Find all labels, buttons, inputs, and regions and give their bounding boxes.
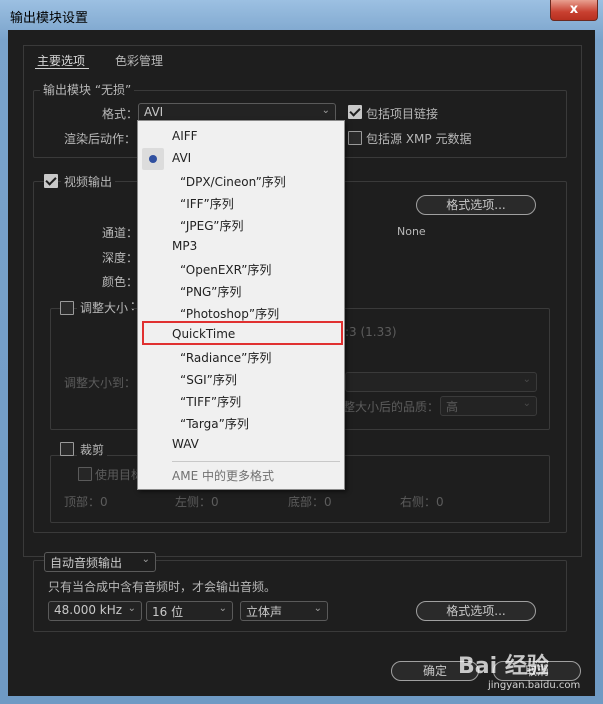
resize-label: 调整大小: [77, 299, 132, 316]
crop-left: 左侧：0: [175, 495, 219, 509]
crop-right: 右侧：0: [400, 495, 444, 509]
resize-to-label: 调整大小到：: [64, 376, 137, 390]
channel-label: 通道：: [102, 226, 139, 240]
window-title: 输出模块设置: [10, 11, 89, 26]
chevron-down-icon: ⌄: [313, 603, 322, 614]
resize-preset-dropdown[interactable]: ⌄: [345, 372, 537, 392]
format-dropdown-menu: AIFF AVI “DPX/Cineon”序列 “IFF”序列 “JPEG”序列…: [137, 120, 345, 490]
selected-radio-icon: [142, 148, 164, 170]
resize-quality-label: 整大小后的品质：: [343, 400, 440, 414]
menu-separator: [172, 461, 340, 462]
audio-format-options-button[interactable]: 格式选项...: [416, 601, 536, 621]
menu-item-tiff[interactable]: “TIFF”序列: [180, 393, 241, 410]
use-target-checkbox[interactable]: [78, 467, 92, 481]
format-label: 格式：: [102, 107, 139, 121]
resize-checkbox[interactable]: [60, 301, 74, 315]
crop-label: 裁剪: [77, 441, 108, 458]
close-button[interactable]: x: [550, 0, 598, 21]
sample-rate-value: 48.000 kHz: [54, 603, 123, 617]
auto-audio-output-value: 自动音频输出: [50, 556, 123, 570]
crop-checkbox[interactable]: [60, 442, 74, 456]
chevron-down-icon: ⌄: [218, 603, 227, 614]
crop-top: 顶部：0: [64, 495, 108, 509]
post-render-label: 渲染后动作：: [64, 132, 137, 146]
resize-quality-value: 高: [446, 400, 459, 414]
menu-item-dpx-cineon[interactable]: “DPX/Cineon”序列: [180, 173, 286, 190]
video-format-options-button[interactable]: 格式选项...: [416, 195, 536, 215]
watermark-url: jingyan.baidu.com: [488, 680, 581, 691]
menu-item-radiance[interactable]: “Radiance”序列: [180, 349, 271, 366]
resize-ratio: :3 (1.33): [345, 325, 397, 339]
menu-item-sgi[interactable]: “SGI”序列: [180, 371, 237, 388]
video-output-checkbox[interactable]: [44, 174, 58, 188]
color-label: 颜色：: [102, 275, 139, 289]
include-source-xmp-label: 包括源 XMP 元数据: [366, 132, 472, 146]
resize-quality-dropdown[interactable]: 高 ⌄: [440, 396, 537, 416]
include-project-link-checkbox[interactable]: [348, 105, 362, 119]
include-source-xmp-checkbox[interactable]: [348, 131, 362, 145]
title-bar: 输出模块设置 x: [0, 0, 603, 30]
chevron-down-icon: ⌄: [522, 374, 531, 385]
bit-depth-dropdown[interactable]: 16 位 ⌄: [146, 601, 233, 621]
menu-item-openexr[interactable]: “OpenEXR”序列: [180, 261, 271, 278]
menu-item-wav[interactable]: WAV: [172, 437, 199, 451]
video-codec-value: None: [397, 225, 426, 238]
menu-item-png[interactable]: “PNG”序列: [180, 283, 241, 300]
menu-item-more-formats[interactable]: AME 中的更多格式: [172, 467, 274, 484]
menu-item-quicktime[interactable]: QuickTime: [172, 327, 235, 341]
crop-bottom: 底部：0: [288, 495, 332, 509]
menu-item-jpeg[interactable]: “JPEG”序列: [180, 217, 243, 234]
video-output-label: 视频输出: [61, 173, 116, 190]
output-module-legend: 输出模块 “无损”: [40, 81, 135, 98]
channels-dropdown[interactable]: 立体声 ⌄: [240, 601, 328, 621]
channels-value: 立体声: [246, 605, 283, 619]
menu-item-avi[interactable]: AVI: [172, 151, 191, 165]
sample-rate-dropdown[interactable]: 48.000 kHz ⌄: [48, 601, 142, 621]
include-project-link-label: 包括项目链接: [366, 107, 439, 121]
auto-audio-output-dropdown[interactable]: 自动音频输出 ⌄: [44, 552, 156, 572]
audio-note: 只有当合成中含有音频时，才会输出音频。: [48, 580, 277, 594]
menu-item-photoshop[interactable]: “Photoshop”序列: [180, 305, 279, 322]
chevron-down-icon: ⌄: [127, 603, 136, 614]
menu-item-mp3[interactable]: MP3: [172, 239, 197, 253]
chevron-down-icon: ⌄: [141, 554, 150, 565]
menu-item-targa[interactable]: “Targa”序列: [180, 415, 249, 432]
watermark-logo: Bai 经验: [458, 654, 549, 679]
depth-label: 深度：: [102, 251, 139, 265]
menu-item-iff[interactable]: “IFF”序列: [180, 195, 234, 212]
menu-item-aiff[interactable]: AIFF: [172, 129, 198, 143]
format-value: AVI: [144, 105, 164, 119]
chevron-down-icon: ⌄: [321, 105, 330, 116]
chevron-down-icon: ⌄: [522, 398, 531, 409]
use-target-label: 使用目标: [95, 468, 144, 482]
bit-depth-value: 16 位: [152, 605, 184, 619]
